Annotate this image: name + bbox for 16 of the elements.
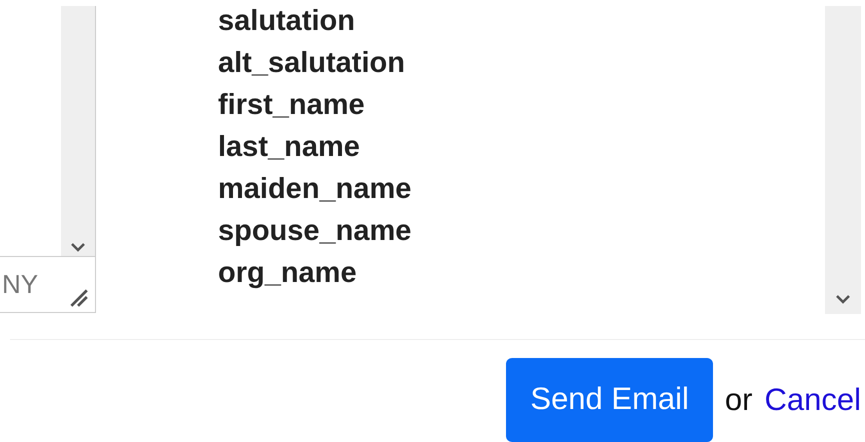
chevron-down-icon[interactable] — [70, 242, 86, 252]
cancel-link[interactable]: Cancel — [764, 382, 861, 418]
list-item[interactable]: maiden_name — [218, 168, 825, 210]
list-item[interactable]: spouse_name — [218, 210, 825, 252]
scrollbar[interactable] — [61, 6, 95, 256]
field-list[interactable]: salutation alt_salutation first_name last_name maiden_name spouse_name org_name — [196, 6, 861, 314]
list-item[interactable]: org_name — [218, 252, 825, 294]
text-field[interactable]: NY — [0, 256, 96, 313]
list-item[interactable]: last_name — [218, 126, 825, 168]
scrollbar[interactable] — [825, 6, 861, 314]
or-text: or — [724, 382, 752, 418]
list-item[interactable]: alt_salutation — [218, 42, 825, 84]
send-email-button[interactable]: Send Email — [506, 358, 713, 442]
chevron-down-icon[interactable] — [835, 294, 851, 304]
list-item[interactable]: salutation — [218, 6, 825, 42]
list-item[interactable]: first_name — [218, 84, 825, 126]
